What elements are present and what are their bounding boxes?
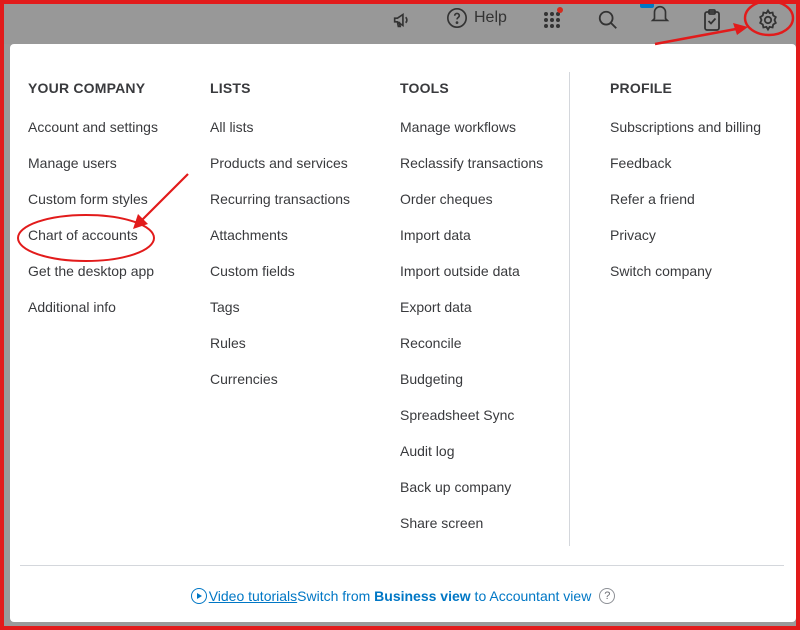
apps-notification-dot bbox=[557, 7, 563, 13]
menu-item-feedback[interactable]: Feedback bbox=[610, 153, 761, 189]
menu-item-manage-users[interactable]: Manage users bbox=[28, 153, 158, 189]
menu-item-share-screen[interactable]: Share screen bbox=[400, 513, 543, 549]
menu-item-refer-a-friend[interactable]: Refer a friend bbox=[610, 189, 761, 225]
menu-item-custom-fields[interactable]: Custom fields bbox=[210, 261, 350, 297]
menu-item-import-data[interactable]: Import data bbox=[400, 225, 543, 261]
menu-item-privacy[interactable]: Privacy bbox=[610, 225, 761, 261]
profile-column: PROFILE Subscriptions and billing Feedba… bbox=[610, 80, 761, 297]
menu-item-import-outside-data[interactable]: Import outside data bbox=[400, 261, 543, 297]
tools-column: TOOLS Manage workflows Reclassify transa… bbox=[400, 80, 543, 549]
play-icon bbox=[190, 588, 207, 604]
settings-dropdown-panel: YOUR COMPANY Account and settings Manage… bbox=[10, 44, 796, 622]
menu-item-chart-of-accounts[interactable]: Chart of accounts bbox=[28, 225, 158, 261]
megaphone-icon[interactable] bbox=[388, 6, 416, 34]
help-circle-icon[interactable]: ? bbox=[599, 588, 616, 604]
switch-prefix: Switch from bbox=[297, 588, 375, 604]
footer-divider bbox=[20, 565, 784, 566]
menu-item-custom-form-styles[interactable]: Custom form styles bbox=[28, 189, 158, 225]
menu-item-manage-workflows[interactable]: Manage workflows bbox=[400, 117, 543, 153]
menu-item-products-and-services[interactable]: Products and services bbox=[210, 153, 350, 189]
menu-item-order-cheques[interactable]: Order cheques bbox=[400, 189, 543, 225]
menu-item-tags[interactable]: Tags bbox=[210, 297, 350, 333]
menu-item-all-lists[interactable]: All lists bbox=[210, 117, 350, 153]
help-label: Help bbox=[474, 9, 507, 26]
gear-icon[interactable] bbox=[754, 6, 782, 34]
menu-item-switch-company[interactable]: Switch company bbox=[610, 261, 761, 297]
your-company-column: YOUR COMPANY Account and settings Manage… bbox=[28, 80, 158, 333]
tools-heading: TOOLS bbox=[400, 80, 449, 96]
profile-heading: PROFILE bbox=[610, 80, 673, 96]
menu-item-currencies[interactable]: Currencies bbox=[210, 369, 350, 405]
clipboard-icon[interactable] bbox=[698, 6, 726, 34]
menu-item-get-the-desktop-app[interactable]: Get the desktop app bbox=[28, 261, 158, 297]
menu-item-reconcile[interactable]: Reconcile bbox=[400, 333, 543, 369]
menu-item-subscriptions-and-billing[interactable]: Subscriptions and billing bbox=[610, 117, 761, 153]
your-company-heading: YOUR COMPANY bbox=[28, 80, 146, 96]
panel-footer: Video tutorials Switch from Business vie… bbox=[10, 584, 796, 608]
bell-icon[interactable] bbox=[646, 0, 674, 28]
switch-suffix: to Accountant view bbox=[470, 588, 592, 604]
switch-view-link[interactable]: Switch from Business view to Accountant … bbox=[297, 588, 591, 604]
menu-item-back-up-company[interactable]: Back up company bbox=[400, 477, 543, 513]
menu-item-spreadsheet-sync[interactable]: Spreadsheet Sync bbox=[400, 405, 543, 441]
top-navigation-bar: . Help bbox=[0, 0, 800, 44]
menu-item-budgeting[interactable]: Budgeting bbox=[400, 369, 543, 405]
menu-item-reclassify-transactions[interactable]: Reclassify transactions bbox=[400, 153, 543, 189]
lists-column: LISTS All lists Products and services Re… bbox=[210, 80, 350, 405]
menu-item-account-and-settings[interactable]: Account and settings bbox=[28, 117, 158, 153]
menu-item-additional-info[interactable]: Additional info bbox=[28, 297, 158, 333]
help-button[interactable]: Help bbox=[446, 5, 507, 31]
lists-heading: LISTS bbox=[210, 80, 251, 96]
column-divider bbox=[569, 72, 570, 546]
dimmed-background-strip bbox=[0, 622, 800, 630]
menu-item-export-data[interactable]: Export data bbox=[400, 297, 543, 333]
search-icon[interactable] bbox=[594, 6, 622, 34]
help-icon bbox=[447, 8, 467, 28]
truncated-company-name: . bbox=[0, 8, 4, 24]
video-tutorials-link[interactable]: Video tutorials bbox=[209, 588, 297, 604]
menu-item-rules[interactable]: Rules bbox=[210, 333, 350, 369]
menu-item-audit-log[interactable]: Audit log bbox=[400, 441, 543, 477]
menu-item-attachments[interactable]: Attachments bbox=[210, 225, 350, 261]
menu-item-recurring-transactions[interactable]: Recurring transactions bbox=[210, 189, 350, 225]
switch-business-view: Business view bbox=[374, 588, 471, 604]
